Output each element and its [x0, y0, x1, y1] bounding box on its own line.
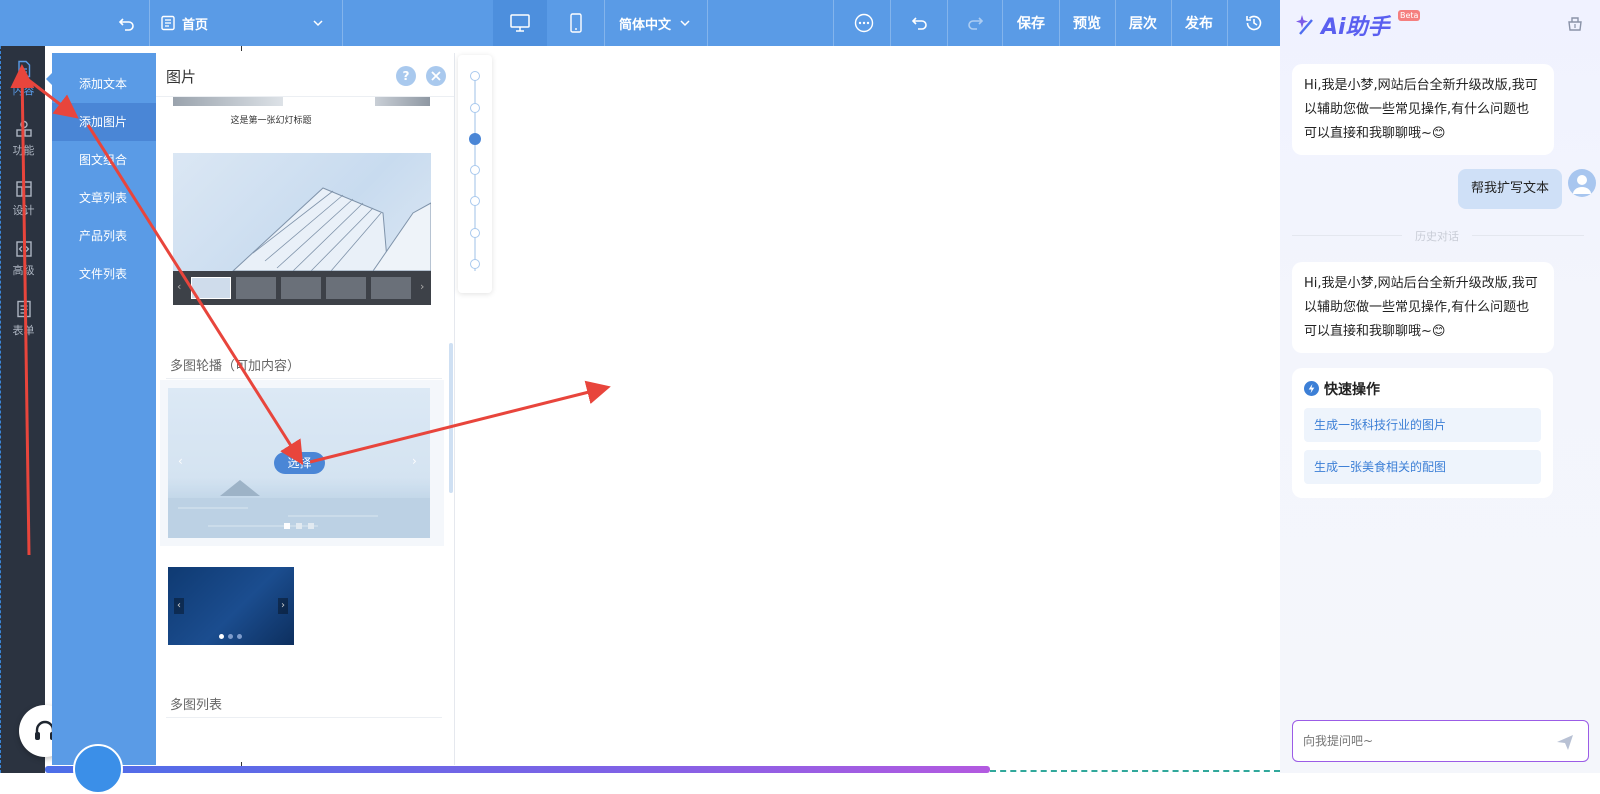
- user-message: 帮我扩写文本: [1458, 169, 1562, 209]
- sparkle-icon: [1296, 15, 1313, 35]
- clear-icon[interactable]: [1566, 14, 1584, 32]
- close-button[interactable]: [426, 66, 446, 86]
- ai-message: Hi,我是小梦,网站后台全新升级改版,我可以辅助您做一些常见操作,有什么问题也可…: [1292, 64, 1554, 155]
- lightning-icon: [1304, 381, 1319, 396]
- avatar: [1568, 169, 1596, 197]
- send-icon[interactable]: [1555, 732, 1575, 752]
- quick-actions-card: 快速操作 生成一张科技行业的图片 生成一张美食相关的配图: [1292, 368, 1553, 498]
- ai-assistant-panel: Ai助手 Beta Hi,我是小梦,网站后台全新升级改版,我可以辅助您做一些常见…: [1280, 0, 1600, 773]
- beta-badge: Beta: [1398, 10, 1421, 21]
- annotation-arrows: [10, 64, 611, 556]
- ai-title: Ai助手: [1321, 15, 1390, 40]
- ai-message: Hi,我是小梦,网站后台全新升级改版,我可以辅助您做一些常见操作,有什么问题也可…: [1292, 262, 1554, 353]
- quick-actions-title: 快速操作: [1324, 382, 1380, 398]
- chat-input-box: [1292, 720, 1589, 762]
- chat-input[interactable]: [1303, 731, 1543, 751]
- help-icon[interactable]: ?: [396, 66, 416, 86]
- user-icon: [1573, 175, 1591, 194]
- close-icon: [431, 71, 441, 81]
- panel-header: 图片 ?: [156, 53, 454, 97]
- panel-title: 图片: [166, 68, 197, 86]
- quick-action-item[interactable]: 生成一张科技行业的图片: [1304, 408, 1541, 442]
- quick-action-item[interactable]: 生成一张美食相关的配图: [1304, 450, 1541, 484]
- history-divider: 历史对话: [1415, 230, 1459, 243]
